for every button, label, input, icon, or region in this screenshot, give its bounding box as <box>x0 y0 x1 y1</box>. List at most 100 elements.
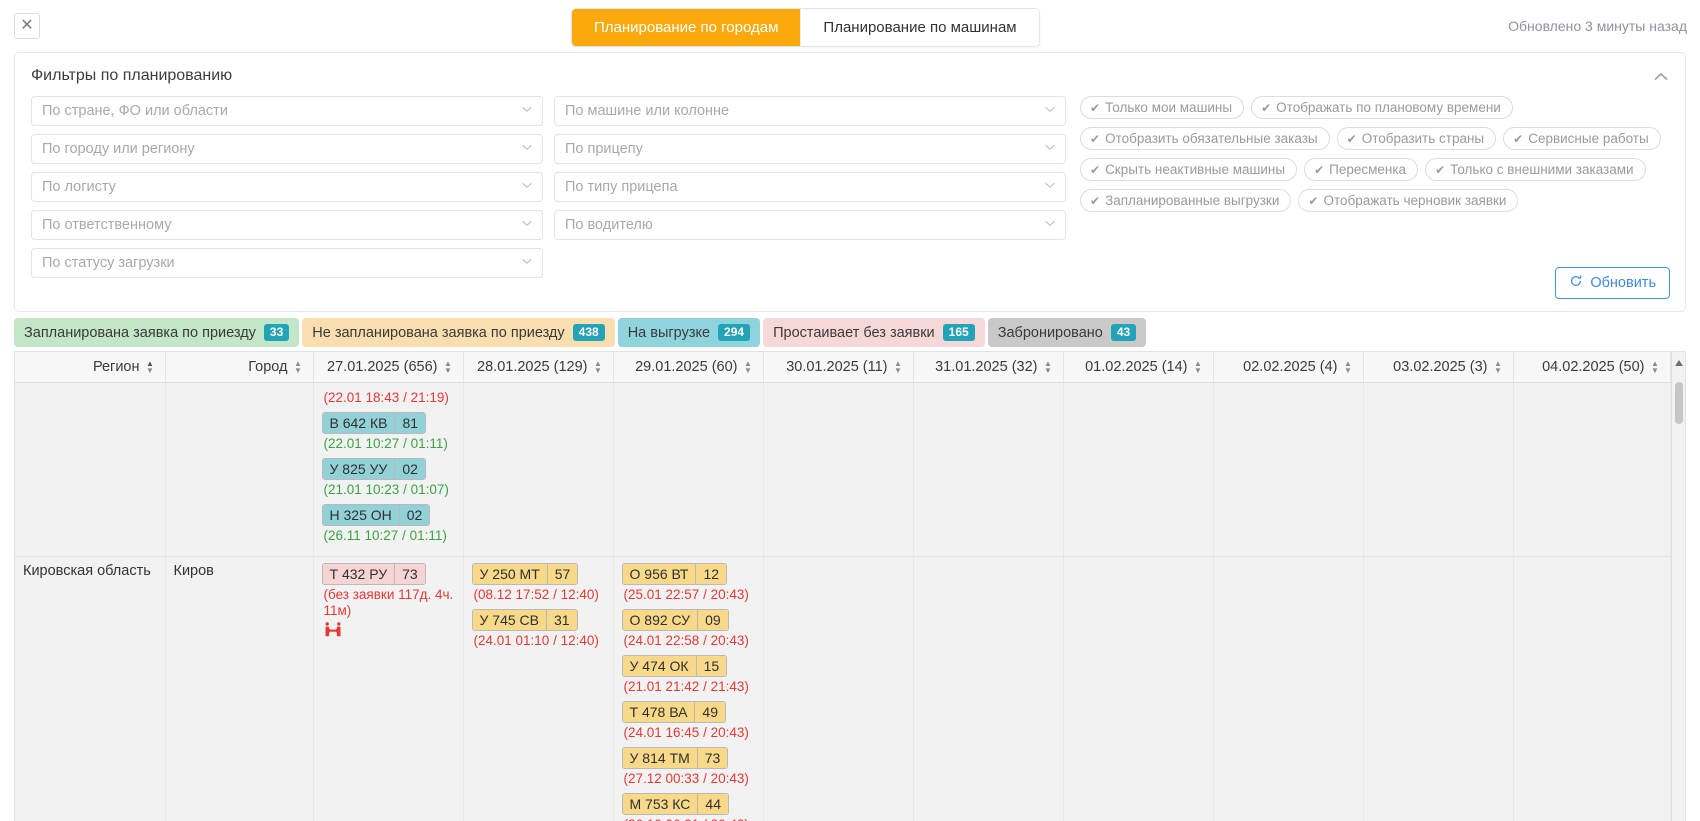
chip-show-by-planned-time[interactable]: ✔ Отображать по плановому времени <box>1251 96 1513 119</box>
sort-icon[interactable]: ▲ ▼ <box>894 359 903 374</box>
plate-entry[interactable]: Т 432 РУ 73 (без заявки 117д. 4ч. 11м) <box>321 562 455 642</box>
col-header-city[interactable]: Город ▲ ▼ <box>165 352 314 383</box>
col-header-date-0202[interactable]: 02.02.2025 (4) ▲ ▼ <box>1213 352 1364 383</box>
sort-icon[interactable]: ▲ ▼ <box>1044 359 1053 374</box>
chip-planned-unloadings[interactable]: ✔ Запланированные выгрузки <box>1080 189 1292 212</box>
cell-0202[interactable] <box>1213 382 1364 557</box>
chevron-up-icon[interactable] <box>1651 67 1671 87</box>
legend-unloading[interactable]: На выгрузке 294 <box>617 318 761 347</box>
cell-3101[interactable] <box>913 556 1064 821</box>
chip-show-countries[interactable]: ✔ Отобразить страны <box>1336 127 1497 150</box>
plate-entry[interactable]: У 825 УУ 02 (21.01 10:23 / 01:07) <box>321 457 455 497</box>
select-country-region[interactable]: По стране, ФО или области <box>31 96 543 126</box>
cell-0302[interactable] <box>1363 556 1514 821</box>
legend-idle-without-request[interactable]: Простаивает без заявки 165 <box>763 318 985 347</box>
cell-3101[interactable] <box>913 382 1064 557</box>
legend-booked[interactable]: Забронировано 43 <box>987 318 1147 347</box>
legend-label: Простаивает без заявки <box>773 324 935 341</box>
cell-2801[interactable]: У 250 МТ 57 (08.12 17:52 / 12:40) У 745 … <box>463 556 614 821</box>
col-header-date-3101[interactable]: 31.01.2025 (32) ▲ ▼ <box>913 352 1064 383</box>
plate-entry[interactable]: Т 478 ВА 49 (24.01 16:45 / 20:43) <box>621 700 755 740</box>
chip-hide-inactive-vehicles[interactable]: ✔ Скрыть неактивные машины <box>1080 158 1298 181</box>
col-header-date-2901[interactable]: 29.01.2025 (60) ▲ ▼ <box>613 352 764 383</box>
vertical-scrollbar[interactable] <box>1671 352 1685 821</box>
cell-0402[interactable] <box>1513 382 1671 557</box>
cell-2901[interactable]: О 956 ВТ 12 (25.01 22:57 / 20:43) О 892 … <box>613 556 764 821</box>
col-header-date-2801[interactable]: 28.01.2025 (129) ▲ ▼ <box>463 352 614 383</box>
plate-badge[interactable]: Т 478 ВА 49 <box>621 700 726 723</box>
plate-badge[interactable]: О 892 СУ 09 <box>621 608 729 631</box>
tab-planning-by-cities[interactable]: Планирование по городам <box>572 9 801 46</box>
close-icon[interactable]: ✕ <box>14 13 40 39</box>
scroll-up-arrow-icon[interactable] <box>1675 360 1683 366</box>
cell-0102[interactable] <box>1063 556 1214 821</box>
chip-show-mandatory-orders[interactable]: ✔ Отобразить обязательные заказы <box>1080 127 1330 150</box>
legend-not-scheduled-on-arrival[interactable]: Не запланирована заявка по приезду 438 <box>302 318 615 347</box>
plate-badge[interactable]: У 745 СВ 31 <box>471 608 578 631</box>
cell-2901[interactable] <box>613 382 764 557</box>
scrollbar-thumb[interactable] <box>1675 382 1683 424</box>
tab-planning-by-vehicles[interactable]: Планирование по машинам <box>800 9 1039 46</box>
cell-0302[interactable] <box>1363 382 1514 557</box>
cell-0202[interactable] <box>1213 556 1364 821</box>
plate-entry[interactable]: О 892 СУ 09 (24.01 22:58 / 20:43) <box>621 608 755 648</box>
cell-3001[interactable] <box>763 556 914 821</box>
sort-icon[interactable]: ▲ ▼ <box>146 359 155 374</box>
select-trailer-type[interactable]: По типу прицепа <box>554 172 1066 202</box>
select-load-status[interactable]: По статусу загрузки <box>31 248 543 278</box>
col-header-date-0302[interactable]: 03.02.2025 (3) ▲ ▼ <box>1363 352 1514 383</box>
select-responsible[interactable]: По ответственному <box>31 210 543 240</box>
col-header-date-3001[interactable]: 30.01.2025 (11) ▲ ▼ <box>763 352 914 383</box>
plate-entry[interactable]: У 814 ТМ 73 (27.12 00:33 / 20:43) <box>621 746 755 786</box>
sort-icon[interactable]: ▲ ▼ <box>594 359 603 374</box>
chip-only-external-orders[interactable]: ✔ Только с внешними заказами <box>1425 158 1646 181</box>
plate-entry[interactable]: Н 325 ОН 02 (26.11 10:27 / 01:11) <box>321 503 455 543</box>
chip-shift-change[interactable]: ✔ Пересменка <box>1304 158 1419 181</box>
col-header-date-0402[interactable]: 04.02.2025 (50) ▲ ▼ <box>1513 352 1671 383</box>
legend-scheduled-on-arrival[interactable]: Запланирована заявка по приезду 33 <box>14 318 300 347</box>
col-header-date-2701[interactable]: 27.01.2025 (656) ▲ ▼ <box>313 352 464 383</box>
plate-entry[interactable]: В 642 КВ 81 (22.01 10:27 / 01:11) <box>321 411 455 451</box>
sort-icon[interactable]: ▲ ▼ <box>1494 359 1503 374</box>
refresh-button[interactable]: Обновить <box>1555 267 1670 299</box>
select-logistician[interactable]: По логисту <box>31 172 543 202</box>
handshake-icon[interactable] <box>324 622 455 641</box>
sort-icon[interactable]: ▲ ▼ <box>444 359 453 374</box>
plate-entry[interactable]: У 250 МТ 57 (08.12 17:52 / 12:40) <box>471 562 605 602</box>
chip-only-my-vehicles[interactable]: ✔ Только мои машины <box>1080 96 1245 119</box>
plate-badge[interactable]: Н 325 ОН 02 <box>321 503 431 526</box>
plate-badge[interactable]: У 825 УУ 02 <box>321 457 426 480</box>
plate-badge[interactable]: М 753 КС 44 <box>621 792 729 815</box>
sort-icon[interactable]: ▲ ▼ <box>744 359 753 374</box>
plate-entry[interactable]: У 474 ОК 15 (21.01 21:42 / 21:43) <box>621 654 755 694</box>
cell-0102[interactable] <box>1063 382 1214 557</box>
col-header-region[interactable]: Регион ▲ ▼ <box>15 352 166 383</box>
sort-icon[interactable]: ▲ ▼ <box>1194 359 1203 374</box>
plate-badge[interactable]: Т 432 РУ 73 <box>321 562 426 585</box>
plate-badge[interactable]: В 642 КВ 81 <box>321 411 427 434</box>
cell-3001[interactable] <box>763 382 914 557</box>
col-header-date-0102[interactable]: 01.02.2025 (14) ▲ ▼ <box>1063 352 1214 383</box>
cell-2701[interactable]: Т 432 РУ 73 (без заявки 117д. 4ч. 11м) <box>313 556 464 821</box>
sort-icon[interactable]: ▲ ▼ <box>294 359 303 374</box>
select-vehicle-or-column[interactable]: По машине или колонне <box>554 96 1066 126</box>
select-city-or-region[interactable]: По городу или региону <box>31 134 543 164</box>
col-header-label: 03.02.2025 (3) <box>1393 358 1488 375</box>
sort-icon[interactable]: ▲ ▼ <box>1344 359 1353 374</box>
plate-badge[interactable]: У 250 МТ 57 <box>471 562 579 585</box>
cell-2701[interactable]: (22.01 18:43 / 21:19) В 642 КВ 81 (22.01… <box>313 382 464 557</box>
sort-icon[interactable]: ▲ ▼ <box>1651 359 1660 374</box>
plate-badge[interactable]: У 474 ОК 15 <box>621 654 728 677</box>
plate-badge[interactable]: О 956 ВТ 12 <box>621 562 728 585</box>
select-trailer[interactable]: По прицепу <box>554 134 1066 164</box>
cell-2801[interactable] <box>463 382 614 557</box>
planning-grid-scroll-area[interactable]: Регион ▲ ▼ Город ▲ ▼ 27.01.2025 (656) ▲ ▼ 2… <box>15 352 1671 821</box>
plate-entry[interactable]: У 745 СВ 31 (24.01 01:10 / 12:40) <box>471 608 605 648</box>
cell-0402[interactable] <box>1513 556 1671 821</box>
plate-badge[interactable]: У 814 ТМ 73 <box>621 746 729 769</box>
select-driver[interactable]: По водителю <box>554 210 1066 240</box>
chip-service-works[interactable]: ✔ Сервисные работы <box>1503 127 1661 150</box>
plate-entry[interactable]: О 956 ВТ 12 (25.01 22:57 / 20:43) <box>621 562 755 602</box>
plate-entry[interactable]: М 753 КС 44 (26.10 06:21 / 20:43) <box>621 792 755 821</box>
chip-show-draft-request[interactable]: ✔ Отображать черновик заявки <box>1298 189 1519 212</box>
